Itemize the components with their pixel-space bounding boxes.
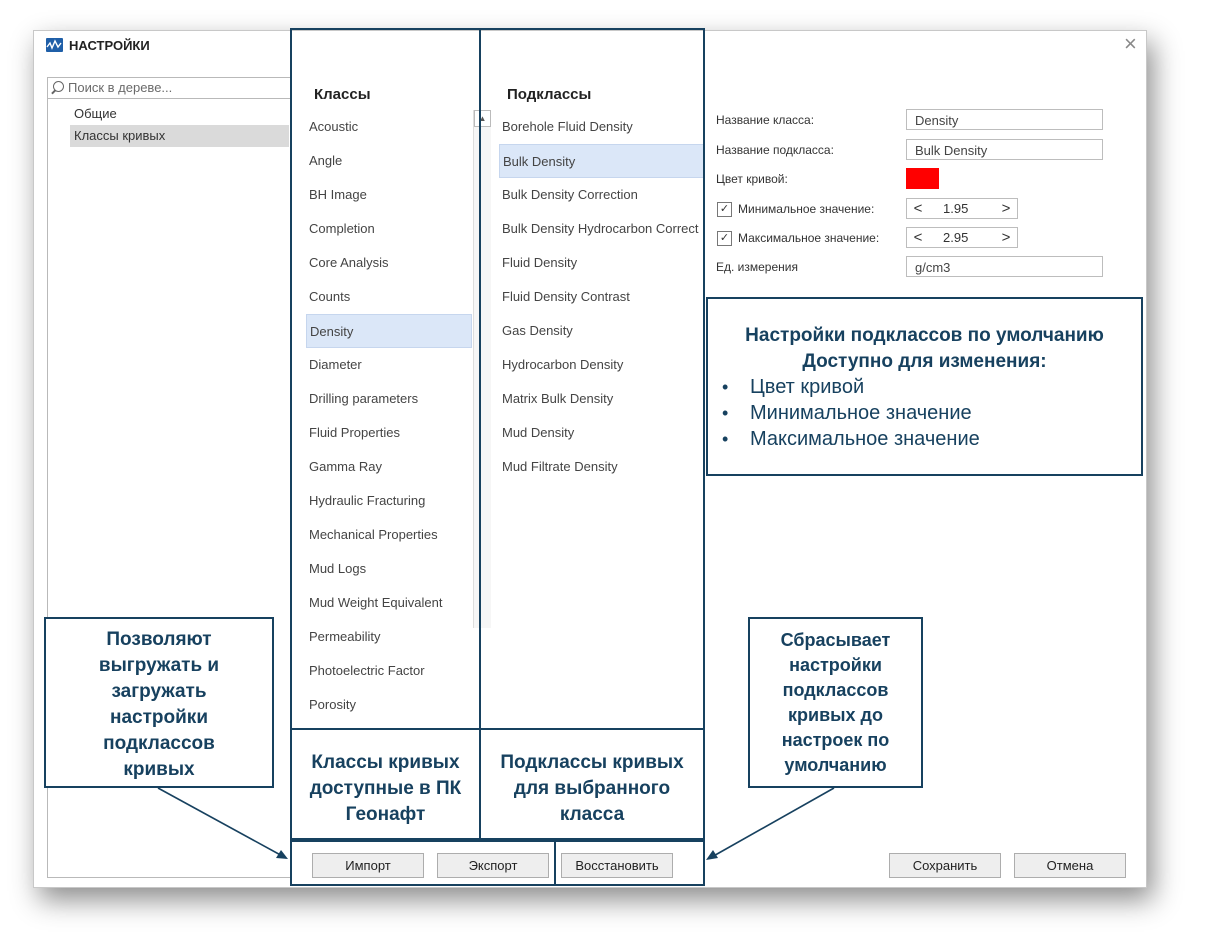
annotation-arrows	[157, 787, 835, 860]
